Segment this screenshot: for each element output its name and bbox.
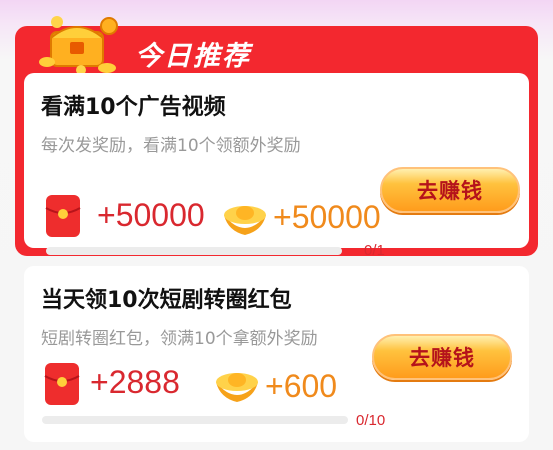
earn-money-button[interactable]: 去赚钱 [372,334,512,380]
coin-reward: +600 [265,368,338,404]
red-envelope-icon [44,363,80,405]
task-title: 当天领10次短剧转圈红包 [41,288,292,313]
cash-reward: +2888 [90,364,180,400]
gold-ingot-icon [224,206,266,235]
progress-bar [42,416,348,424]
banner-title: 今日推荐 [135,41,251,72]
progress-bar [46,247,342,255]
progress-text: 0/10 [356,412,386,429]
task-card: 当天领10次短剧转圈红包 短剧转圈红包，领满10个拿额外奖励 +2888 +60… [24,266,529,442]
task-subtitle: 每次发奖励，看满10个领额外奖励 [41,136,301,156]
gold-ingot-icon [216,373,258,402]
red-envelope-icon [45,195,81,237]
featured-task-panel: 今日推荐 看满10个广告视频 每次发奖励，看满10个领额外奖励 +50000 +… [15,16,538,259]
progress-text: 0/1 [364,242,385,259]
task-card: 看满10个广告视频 每次发奖励，看满10个领额外奖励 +50000 +50000… [24,73,529,259]
treasure-chest-icon [39,16,118,75]
task-title: 看满10个广告视频 [41,95,226,120]
earn-money-button[interactable]: 去赚钱 [380,167,520,213]
task-subtitle: 短剧转圈红包，领满10个拿额外奖励 [41,329,318,349]
coin-reward: +50000 [273,199,381,235]
cash-reward: +50000 [97,197,205,233]
